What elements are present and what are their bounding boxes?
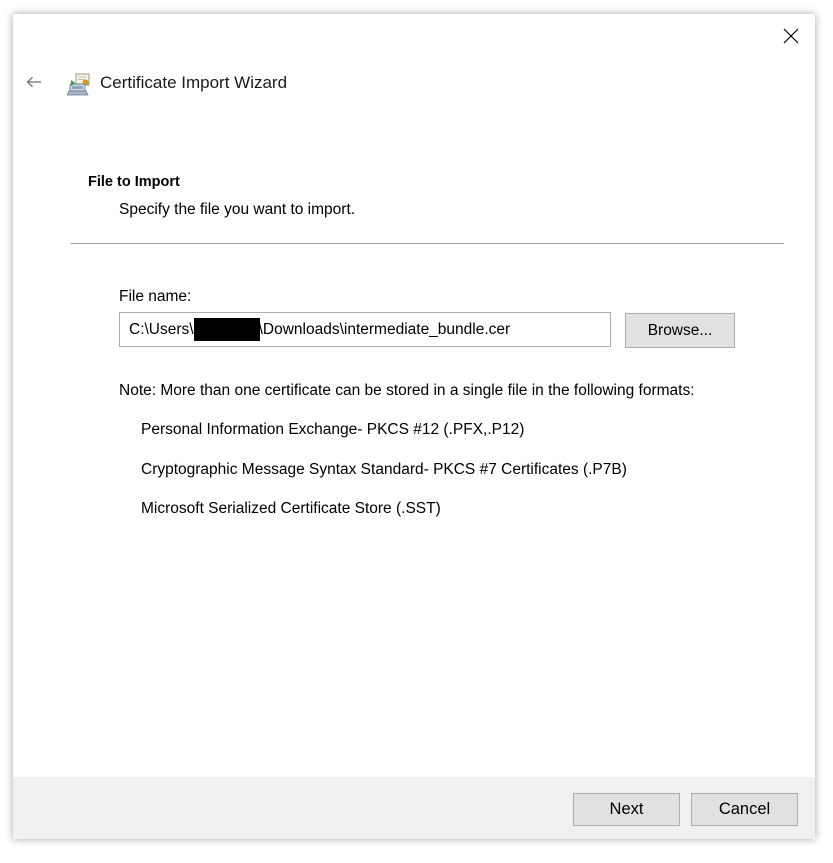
format-item-sst: Microsoft Serialized Certificate Store (… — [141, 500, 441, 517]
close-icon — [783, 28, 799, 44]
certificate-wizard-icon — [67, 73, 90, 96]
file-name-label: File name: — [119, 288, 192, 305]
section-subheading: Specify the file you want to import. — [119, 201, 356, 218]
format-item-p7b: Cryptographic Message Syntax Standard- P… — [141, 461, 627, 478]
wizard-footer: Next Cancel — [13, 777, 815, 839]
back-button[interactable] — [23, 72, 45, 92]
close-button[interactable] — [777, 22, 805, 50]
section-heading: File to Import — [88, 174, 180, 190]
certificate-import-wizard-window: Certificate Import Wizard File to Import… — [13, 14, 815, 839]
formats-note: Note: More than one certificate can be s… — [119, 382, 695, 399]
file-path-suffix: \Downloads\intermediate_bundle.cer — [258, 320, 511, 338]
cancel-button[interactable]: Cancel — [691, 793, 798, 826]
redacted-username — [193, 318, 260, 341]
next-button[interactable]: Next — [573, 793, 680, 826]
window-title: Certificate Import Wizard — [100, 73, 288, 92]
format-item-pfx: Personal Information Exchange- PKCS #12 … — [141, 421, 525, 438]
header-divider — [71, 243, 784, 244]
browse-button[interactable]: Browse... — [625, 313, 735, 348]
back-arrow-icon — [26, 76, 41, 88]
file-name-input[interactable]: C:\Users\ \Downloads\intermediate_bundle.… — [119, 312, 611, 347]
file-path-prefix: C:\Users\ — [129, 320, 194, 338]
